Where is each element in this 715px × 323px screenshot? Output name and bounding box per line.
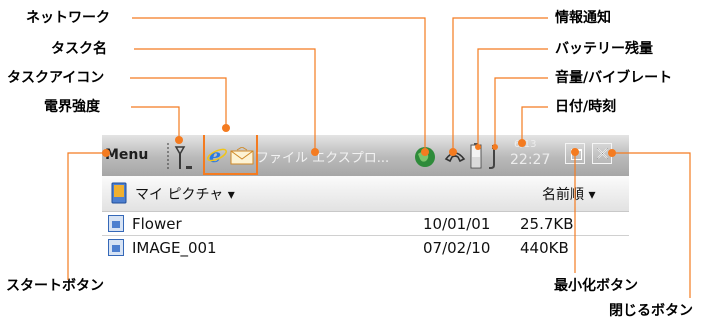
leader-network	[132, 17, 426, 152]
leader-date-time	[521, 106, 548, 143]
leader-task-name	[134, 48, 316, 152]
leader-task-icon	[130, 77, 227, 128]
marker-signal	[175, 136, 183, 144]
marker-volume	[492, 144, 498, 150]
marker-date-time	[518, 139, 526, 147]
leader-signal	[131, 106, 180, 140]
leader-close	[612, 152, 691, 298]
marker-network	[421, 148, 429, 156]
marker-start	[102, 149, 110, 157]
leader-battery	[477, 48, 548, 147]
leader-notification	[452, 17, 548, 152]
leader-start	[67, 152, 106, 280]
callout-leader-lines	[67, 17, 691, 298]
marker-close	[608, 149, 616, 157]
marker-battery	[475, 144, 481, 150]
marker-notification	[449, 148, 457, 156]
marker-task-name	[311, 148, 319, 156]
marker-minimize	[571, 148, 579, 156]
marker-task-icon	[222, 124, 230, 132]
